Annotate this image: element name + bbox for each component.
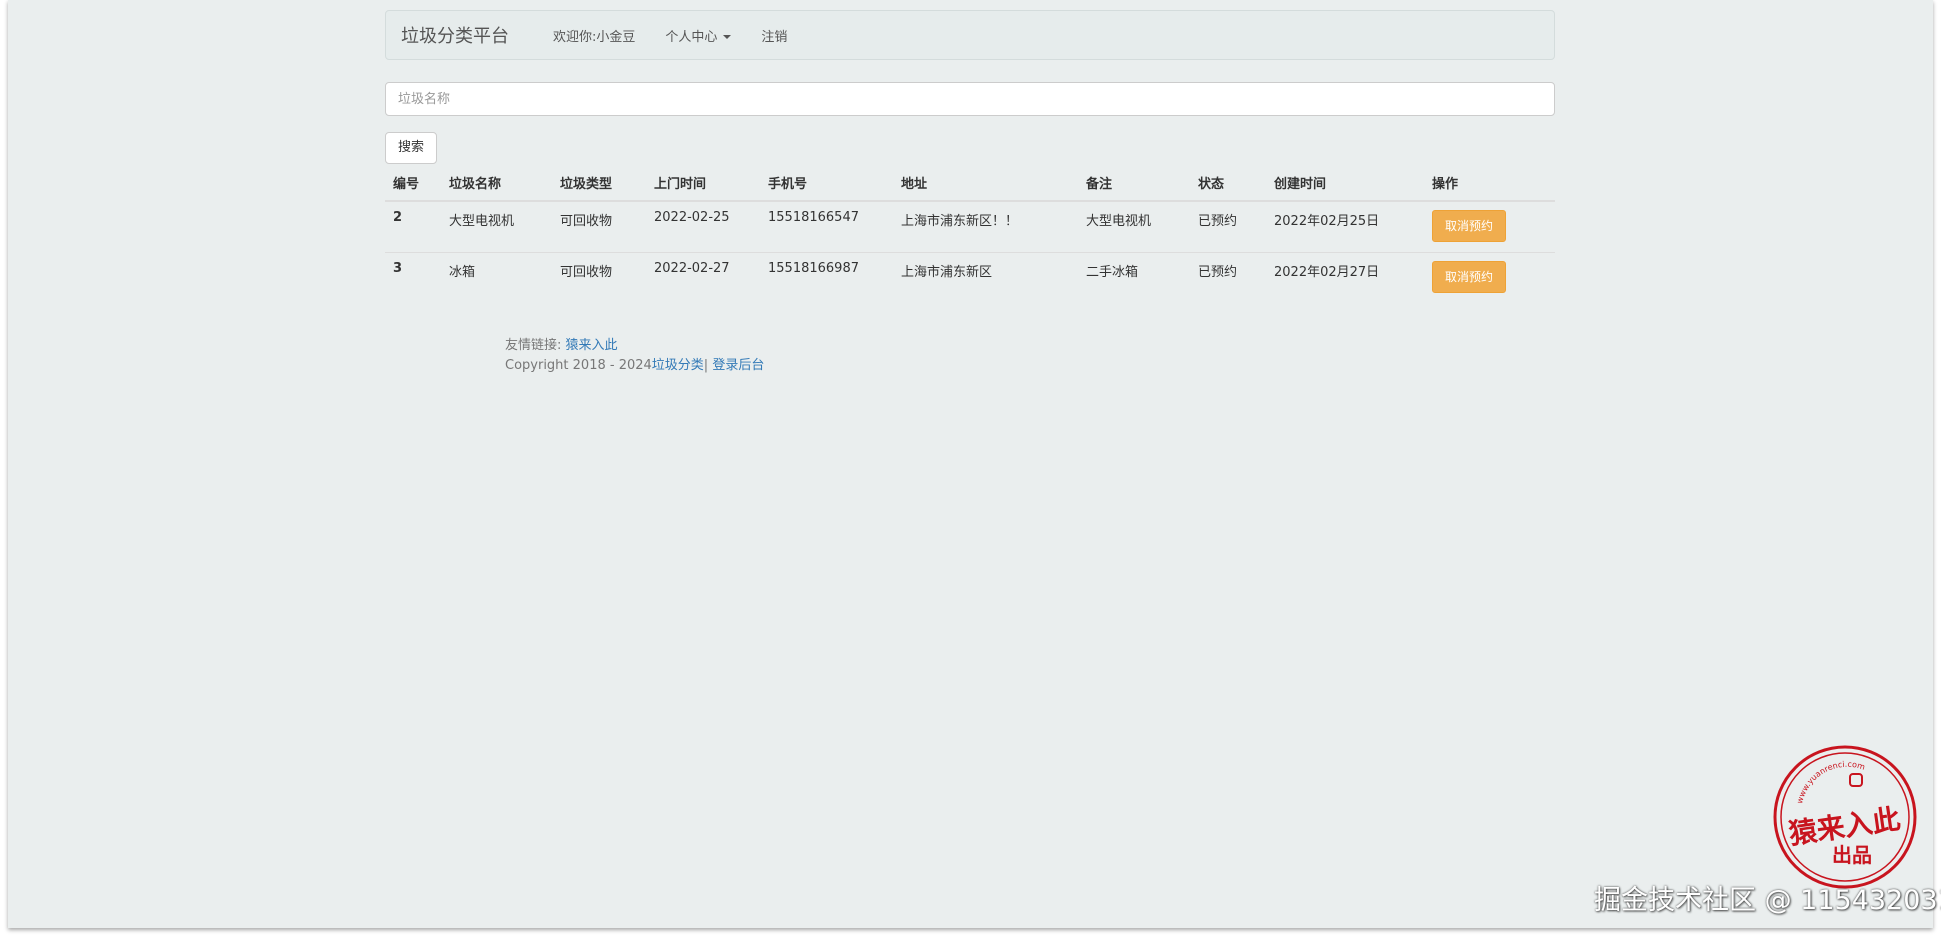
cell-name: 冰箱: [441, 252, 552, 303]
cell-visit-time: 2022-02-25: [654, 210, 730, 225]
header-id: 编号: [385, 164, 441, 202]
page-footer: 友情链接: 猿来入此 Copyright 2018 - 2024垃圾分类| 登录…: [505, 336, 764, 376]
friend-links-line: 友情链接: 猿来入此: [505, 336, 764, 356]
cell-phone: 15518166547: [768, 210, 859, 225]
cell-address: 上海市浦东新区！！: [901, 214, 1019, 229]
caret-down-icon: [723, 35, 732, 39]
copyright-line: Copyright 2018 - 2024垃圾分类| 登录后台: [505, 356, 764, 376]
logout-link[interactable]: 注销: [746, 26, 802, 45]
trash-name-search-input[interactable]: [385, 82, 1555, 116]
header-type: 垃圾类型: [552, 164, 646, 202]
watermark-text: 掘金技术社区 @ 115432031q: [1594, 885, 1941, 916]
stamp-seal-icon: www.yuanrenci.com 猿来入此 出品: [1773, 745, 1917, 889]
cell-status: 已预约: [1190, 252, 1266, 303]
cell-type: 可回收物: [560, 214, 613, 229]
cell-address: 上海市浦东新区: [893, 252, 1078, 303]
cell-id: 2: [393, 210, 403, 225]
header-phone: 手机号: [760, 164, 893, 202]
cell-visit-time: 2022-02-27: [646, 252, 760, 303]
friend-links-label: 友情链接:: [505, 338, 562, 353]
friend-link-yuanlairuci[interactable]: 猿来入此: [566, 338, 618, 353]
page-canvas: 垃圾分类平台 欢迎你:小金豆 个人中心 注销 搜索 编号 垃圾名称 垃圾类型 上…: [8, 0, 1941, 928]
table-header-row: 编号 垃圾名称 垃圾类型 上门时间 手机号 地址 备注 状态 创建时间 操作: [385, 164, 1555, 202]
header-address: 地址: [893, 164, 1078, 202]
header-remark: 备注: [1078, 164, 1190, 202]
search-button[interactable]: 搜索: [385, 132, 438, 164]
footer-separator: |: [703, 358, 709, 373]
cancel-reservation-button[interactable]: 取消预约: [1432, 261, 1507, 293]
header-action: 操作: [1424, 164, 1555, 202]
welcome-text[interactable]: 欢迎你:小金豆: [538, 26, 650, 45]
personal-center-label: 个人中心: [665, 29, 718, 45]
trash-classify-link[interactable]: 垃圾分类: [652, 358, 704, 373]
reservation-table: 编号 垃圾名称 垃圾类型 上门时间 手机号 地址 备注 状态 创建时间 操作 2…: [385, 164, 1555, 303]
header-status: 状态: [1190, 164, 1266, 202]
cell-created: 2022年02月25日: [1274, 214, 1380, 229]
cell-phone: 15518166987: [760, 252, 893, 303]
main-container: 垃圾分类平台 欢迎你:小金豆 个人中心 注销 搜索 编号 垃圾名称 垃圾类型 上…: [385, 10, 1555, 303]
cell-remark: 大型电视机: [1086, 214, 1152, 229]
cell-name: 大型电视机: [449, 214, 515, 229]
table-row: 2 大型电视机 可回收物 2022-02-25 15518166547 上海市浦…: [385, 201, 1555, 253]
cell-status: 已预约: [1198, 214, 1238, 229]
cell-remark: 二手冰箱: [1078, 252, 1190, 303]
cell-created: 2022年02月27日: [1266, 252, 1424, 303]
cell-action: 取消预约: [1424, 252, 1555, 303]
copyright-text: Copyright 2018 - 2024: [505, 358, 652, 373]
cell-action: 取消预约: [1424, 201, 1555, 253]
table-row: 3 冰箱 可回收物 2022-02-27 15518166987 上海市浦东新区…: [385, 252, 1555, 303]
brand-link[interactable]: 垃圾分类平台: [386, 22, 524, 48]
header-visit-time: 上门时间: [646, 164, 760, 202]
cell-type: 可回收物: [552, 252, 646, 303]
cell-id: 3: [385, 252, 441, 303]
top-navbar: 垃圾分类平台 欢迎你:小金豆 个人中心 注销: [385, 10, 1555, 60]
header-name: 垃圾名称: [441, 164, 552, 202]
personal-center-dropdown[interactable]: 个人中心: [650, 26, 746, 45]
stamp-subtext: 出品: [1832, 843, 1872, 867]
header-created: 创建时间: [1266, 164, 1424, 202]
cancel-reservation-button[interactable]: 取消预约: [1432, 210, 1507, 242]
admin-login-link[interactable]: 登录后台: [712, 358, 764, 373]
